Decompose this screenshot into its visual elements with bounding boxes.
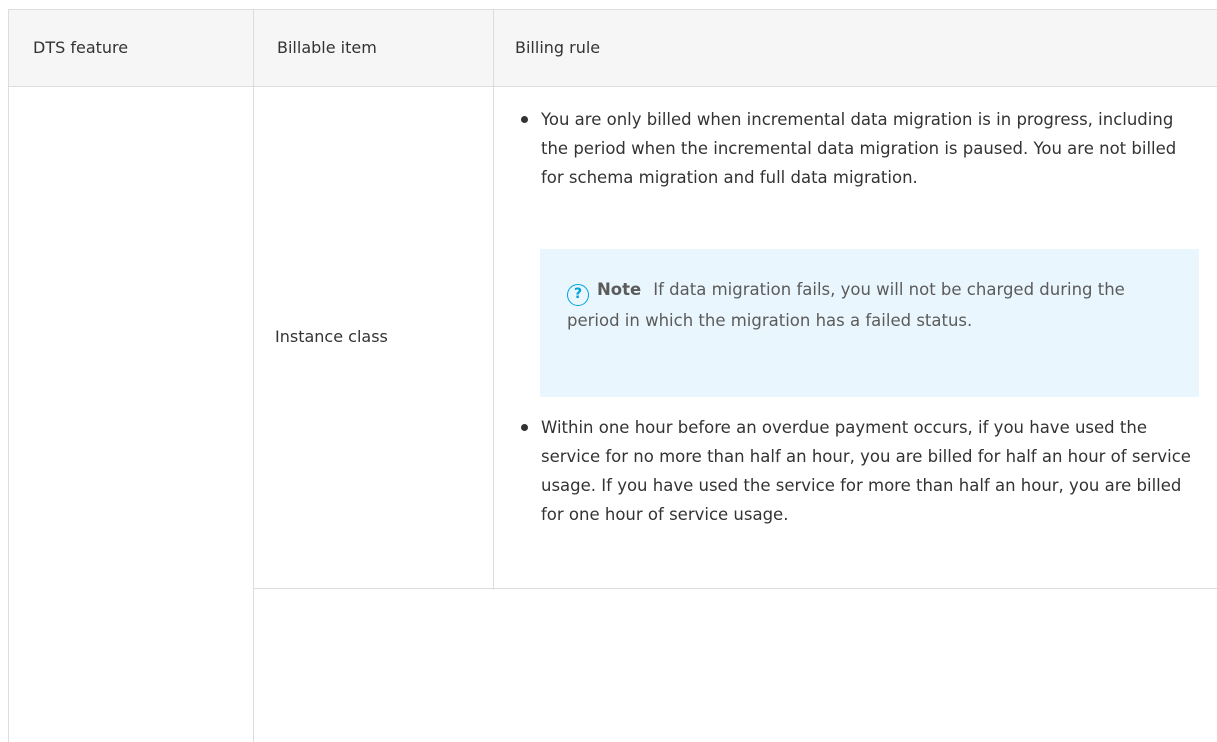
header-billing-rule: Billing rule bbox=[515, 38, 601, 57]
list-item: Within one hour before an overdue paymen… bbox=[518, 413, 1198, 529]
list-item: You are only billed when incremental dat… bbox=[518, 105, 1198, 192]
note-text: If data migration fails, you will not be… bbox=[567, 280, 1125, 330]
bullet-icon bbox=[521, 116, 528, 123]
billing-rule-text-2: Within one hour before an overdue paymen… bbox=[541, 418, 1191, 524]
header-dts-feature: DTS feature bbox=[33, 38, 129, 57]
table-border-left bbox=[8, 9, 9, 742]
table-header-row bbox=[8, 9, 1217, 87]
row-divider bbox=[253, 588, 1217, 589]
billing-rule-list-1: You are only billed when incremental dat… bbox=[518, 105, 1198, 192]
billable-item-instance-class: Instance class bbox=[275, 327, 388, 346]
bullet-icon bbox=[521, 424, 528, 431]
column-divider-1 bbox=[253, 9, 254, 742]
column-divider-2-header bbox=[493, 9, 494, 87]
billing-table: DTS feature Billable item Billing rule I… bbox=[0, 0, 1217, 742]
help-circle-icon: ? bbox=[567, 284, 589, 306]
billing-rule-list-2: Within one hour before an overdue paymen… bbox=[518, 413, 1198, 529]
header-billable-item: Billable item bbox=[277, 38, 377, 57]
column-divider-2 bbox=[493, 87, 494, 590]
note-label: Note bbox=[597, 280, 642, 299]
note-content: ? Note If data migration fails, you will n… bbox=[567, 275, 1177, 335]
billing-rule-text-1: You are only billed when incremental dat… bbox=[541, 110, 1177, 187]
